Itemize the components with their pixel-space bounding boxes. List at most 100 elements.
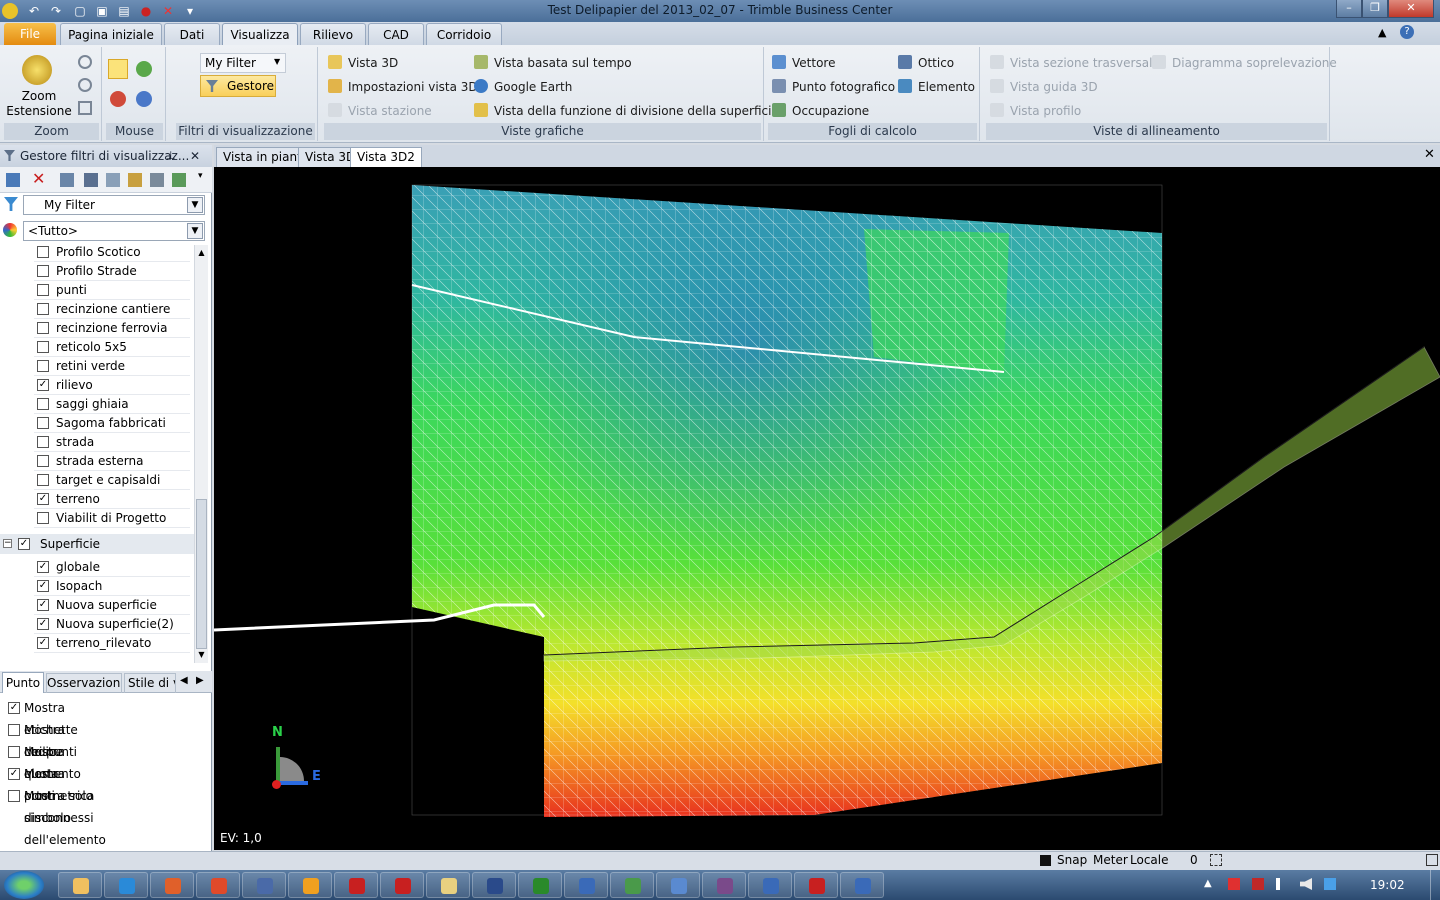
layer-checkbox[interactable] (37, 284, 49, 296)
layer-item[interactable]: reticolo 5x5 (34, 338, 190, 357)
taskbar-app-button[interactable] (104, 872, 148, 898)
layer-scrollbar[interactable]: ▲ ▼ (194, 245, 208, 663)
zoom-in-icon[interactable] (78, 55, 92, 69)
tray-app-icon[interactable] (1252, 878, 1264, 890)
surface-checkbox[interactable]: ✓ (37, 599, 49, 611)
filter-combo[interactable]: My Filter ▼ (23, 195, 205, 215)
taskbar-app-button[interactable] (242, 872, 286, 898)
taskbar-app-button[interactable] (518, 872, 562, 898)
layer-item[interactable]: Profilo Strade (34, 262, 190, 281)
layer-checkbox[interactable] (37, 246, 49, 258)
google-earth-button[interactable]: Google Earth (474, 77, 572, 97)
layer-checkbox[interactable] (37, 265, 49, 277)
option-checkbox[interactable] (8, 724, 20, 736)
zoom-window-icon[interactable] (78, 101, 92, 115)
tab-cad[interactable]: CAD (368, 23, 424, 46)
layer-item[interactable]: punti (34, 281, 190, 300)
tab-next-icon[interactable]: ▶ (196, 675, 204, 686)
delete-icon[interactable]: ✕ (32, 169, 45, 188)
layer-item[interactable]: recinzione ferrovia (34, 319, 190, 338)
layer-item[interactable]: Viabilit di Progetto (34, 509, 190, 528)
tool-b-icon[interactable] (84, 173, 98, 187)
orbit-icon[interactable] (110, 91, 126, 107)
selection-icon[interactable] (1210, 854, 1222, 866)
layer-checkbox[interactable]: ✓ (37, 493, 49, 505)
layer-item[interactable]: strada esterna (34, 452, 190, 471)
option-checkbox[interactable] (8, 746, 20, 758)
volume-icon[interactable] (1300, 878, 1312, 890)
layer-item[interactable]: recinzione cantiere (34, 300, 190, 319)
tool-d-icon[interactable] (128, 173, 142, 187)
collapse-ribbon-icon[interactable]: ▲ (1378, 26, 1386, 39)
layer-item[interactable]: saggi ghiaia (34, 395, 190, 414)
minimize-button[interactable]: – (1336, 0, 1362, 18)
tool-c-icon[interactable] (106, 173, 120, 187)
vista-tempo-button[interactable]: Vista basata sul tempo (474, 53, 632, 73)
taskbar-app-button[interactable] (794, 872, 838, 898)
pan-icon[interactable] (136, 61, 152, 77)
vista-stazione-button[interactable]: Vista stazione (328, 101, 432, 121)
guida-3d-button[interactable]: Vista guida 3D (990, 77, 1098, 97)
tab-pagina-iniziale[interactable]: Pagina iniziale (60, 23, 162, 46)
taskbar-app-button[interactable] (564, 872, 608, 898)
network-icon[interactable] (1276, 878, 1290, 890)
tab-punto[interactable]: Punto (2, 672, 44, 693)
rotate-icon[interactable] (136, 91, 152, 107)
zoom-out-icon[interactable] (78, 78, 92, 92)
vista-profilo-button[interactable]: Vista profilo (990, 101, 1081, 121)
collapse-icon[interactable]: − (3, 539, 12, 548)
tab-corridoio[interactable]: Corridoio (426, 23, 502, 46)
taskbar-app-button[interactable] (656, 872, 700, 898)
scroll-up-icon[interactable]: ▲ (195, 245, 208, 261)
layer-checkbox[interactable] (37, 360, 49, 372)
layer-item[interactable]: ✓ terreno (34, 490, 190, 509)
taskbar-app-button[interactable] (58, 872, 102, 898)
taskbar-app-button[interactable] (196, 872, 240, 898)
impostazioni-3d-button[interactable]: Impostazioni vista 3D (328, 77, 478, 97)
scroll-down-icon[interactable]: ▼ (195, 647, 208, 663)
layer-checkbox[interactable] (37, 303, 49, 315)
layer-item[interactable]: ✓ rilievo (34, 376, 190, 395)
help-icon[interactable]: ? (1400, 25, 1414, 39)
sezione-trasversale-button[interactable]: Vista sezione trasversale (990, 53, 1160, 73)
layer-item[interactable]: strada (34, 433, 190, 452)
maximize-button[interactable]: ❐ (1362, 0, 1388, 18)
dropbox-icon[interactable] (1324, 878, 1336, 890)
scroll-thumb[interactable] (196, 499, 207, 649)
coords-label[interactable]: Locale (1130, 853, 1168, 867)
tab-visualizza[interactable]: Visualizza (222, 23, 298, 46)
units-label[interactable]: Meter (1093, 853, 1128, 867)
occupazione-button[interactable]: Occupazione (772, 101, 869, 121)
taskbar-app-button[interactable] (840, 872, 884, 898)
layer-checkbox[interactable] (37, 417, 49, 429)
tab-prev-icon[interactable]: ◀ (180, 675, 188, 686)
taskbar-app-button[interactable] (380, 872, 424, 898)
tray-flag-icon[interactable] (1228, 878, 1240, 890)
taskbar-app-button[interactable] (472, 872, 516, 898)
surface-checkbox[interactable]: ✓ (37, 637, 49, 649)
tab-rilievo[interactable]: Rilievo (300, 23, 366, 46)
group-checkbox[interactable]: ✓ (18, 538, 30, 550)
surface-item[interactable]: ✓ globale (34, 558, 190, 577)
taskbar-app-button[interactable] (334, 872, 378, 898)
taskbar-app-button[interactable] (702, 872, 746, 898)
option-checkbox[interactable] (8, 790, 20, 802)
snap-label[interactable]: Snap (1057, 853, 1087, 867)
vista-3d-button[interactable]: Vista 3D (328, 53, 398, 73)
show-desktop-button[interactable] (1430, 870, 1440, 900)
taskbar-app-button[interactable] (150, 872, 194, 898)
layer-checkbox[interactable] (37, 341, 49, 353)
layer-checkbox[interactable] (37, 436, 49, 448)
tab-stile[interactable]: Stile di vi (124, 673, 176, 693)
surface-item[interactable]: ✓ Nuova superficie(2) (34, 615, 190, 634)
start-button[interactable] (4, 871, 44, 899)
taskbar-app-button[interactable] (426, 872, 470, 898)
zoom-extents-button[interactable]: Zoom Estensione (4, 89, 74, 119)
type-combo[interactable]: <Tutto> ▼ (23, 221, 205, 241)
snap-icon[interactable] (1040, 855, 1051, 866)
3d-viewport[interactable]: N E EV: 1,0 (214, 167, 1440, 850)
taskbar-app-button[interactable] (610, 872, 654, 898)
option-checkbox[interactable]: ✓ (8, 768, 20, 780)
punto-fotografico-button[interactable]: Punto fotografico (772, 77, 895, 97)
clock[interactable]: 19:02 (1370, 878, 1405, 892)
